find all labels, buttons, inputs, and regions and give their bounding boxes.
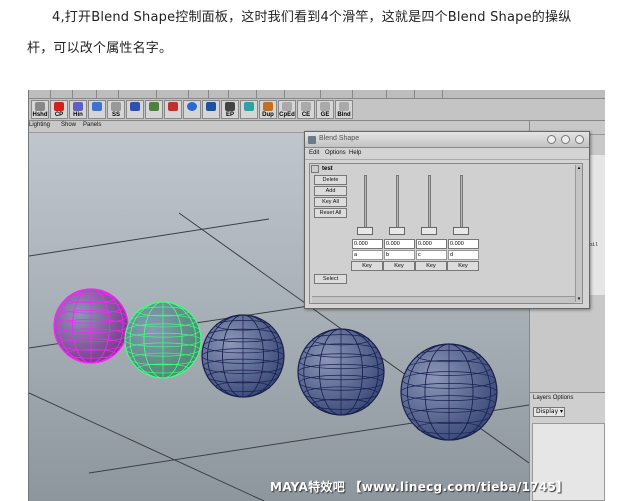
blend-slider-c: 0.000 c Key: [415, 175, 447, 280]
slider-track[interactable]: [460, 175, 463, 228]
menu-options[interactable]: Options: [325, 150, 346, 156]
slider-handle[interactable]: [421, 227, 437, 235]
spheres-group: [53, 288, 498, 441]
slider-track[interactable]: [396, 175, 399, 228]
shelf-tool-cped[interactable]: CpEd: [278, 100, 296, 119]
slider-value-field[interactable]: 0.000: [448, 239, 479, 249]
watermark: MAYA特效吧 【www.linecg.com/tieba/1745】: [270, 480, 569, 494]
shelf-tool-mesh[interactable]: [145, 100, 163, 119]
key-button[interactable]: Key: [351, 261, 383, 271]
vertical-scrollbar[interactable]: ▴ ▾: [575, 165, 582, 302]
slider-name-field[interactable]: b: [384, 250, 415, 260]
add-button[interactable]: Add: [314, 186, 347, 196]
scroll-up-icon[interactable]: ▴: [576, 165, 582, 171]
menu-panels[interactable]: Panels: [83, 122, 101, 128]
key-button[interactable]: Key: [415, 261, 447, 271]
slider-value-field[interactable]: 0.000: [384, 239, 415, 249]
shelf-tool-dup[interactable]: Dup: [259, 100, 277, 119]
tool-shelf: Hshd CP Hin SS EP Dup CpEd CE GE Blnd: [29, 99, 605, 121]
key-all-button[interactable]: Key All: [314, 197, 347, 207]
caption-line-2: 杆，可以改个属性名字。: [27, 41, 173, 56]
collapse-arrow-icon[interactable]: [311, 165, 319, 173]
slider-track[interactable]: [364, 175, 367, 228]
menu-lighting[interactable]: Lighting: [29, 122, 50, 128]
shelf-tool-curve[interactable]: [88, 100, 106, 119]
shelf-tool-ce[interactable]: CE: [297, 100, 315, 119]
scroll-down-icon[interactable]: ▾: [576, 296, 582, 302]
app-icon: [308, 136, 316, 144]
delete-button[interactable]: Delete: [314, 175, 347, 185]
caption-line-1: 4,打开Blend Shape控制面板，这时我们看到4个滑竿，这就是四个Blen…: [52, 10, 572, 25]
node-name: test: [322, 166, 333, 172]
sphere-3[interactable]: [201, 314, 285, 398]
blend-shape-body: test Delete Add Key All Reset All Select…: [309, 163, 583, 304]
layers-menu: Layers Options: [533, 395, 573, 401]
close-icon[interactable]: [575, 135, 584, 144]
blend-slider-d: 0.000 d Key: [447, 175, 479, 280]
shelf-tool-deform[interactable]: [240, 100, 258, 119]
shelf-tool-ss[interactable]: SS: [107, 100, 125, 119]
shelf-tool-loft[interactable]: [164, 100, 182, 119]
slider-name-field[interactable]: a: [352, 250, 383, 260]
slider-handle[interactable]: [389, 227, 405, 235]
window-menu-bar: Edit Options Help: [305, 149, 589, 160]
slider-value-field[interactable]: 0.000: [416, 239, 447, 249]
slider-value-field[interactable]: 0.000: [352, 239, 383, 249]
shelf-tool-cp[interactable]: CP: [50, 100, 68, 119]
slider-name-field[interactable]: d: [448, 250, 479, 260]
display-dropdown[interactable]: Display ▾: [533, 407, 565, 417]
horizontal-scrollbar[interactable]: [312, 296, 575, 303]
menu-edit[interactable]: Edit: [309, 150, 319, 156]
key-button[interactable]: Key: [447, 261, 479, 271]
blend-slider-a: 0.000 a Key: [351, 175, 383, 280]
reset-all-button[interactable]: Reset All: [314, 208, 347, 218]
sphere-5[interactable]: [400, 343, 498, 441]
menu-help[interactable]: Help: [349, 150, 361, 156]
sphere-2[interactable]: [124, 301, 202, 379]
slider-handle[interactable]: [357, 227, 373, 235]
article-caption: 4,打开Blend Shape控制面板，这时我们看到4个滑竿，这就是四个Blen…: [0, 0, 620, 90]
shelf-tool-cube[interactable]: [202, 100, 220, 119]
slider-name-field[interactable]: c: [416, 250, 447, 260]
shelf-tool-sphere[interactable]: [183, 100, 201, 119]
sphere-1[interactable]: [53, 288, 129, 364]
shelf-tool-ep[interactable]: EP: [221, 100, 239, 119]
shelf-tool-ge[interactable]: GE: [316, 100, 334, 119]
shelf-tool-blnd[interactable]: Blnd: [335, 100, 353, 119]
menu-options[interactable]: Options: [553, 395, 574, 401]
shelf-tool-hshd[interactable]: Hshd: [31, 100, 49, 119]
shelf-tool-hin[interactable]: Hin: [69, 100, 87, 119]
menu-show[interactable]: Show: [61, 122, 76, 128]
slider-track[interactable]: [428, 175, 431, 228]
maximize-icon[interactable]: [561, 135, 570, 144]
window-title-bar[interactable]: Blend Shape: [305, 132, 589, 148]
blend-slider-b: 0.000 b Key: [383, 175, 415, 280]
shelf-tool-layout[interactable]: [126, 100, 144, 119]
blend-shape-window: Blend Shape Edit Options Help test Delet…: [304, 131, 590, 309]
menu-layers[interactable]: Layers: [533, 395, 551, 401]
slider-handle[interactable]: [453, 227, 469, 235]
sphere-4[interactable]: [297, 328, 385, 416]
minimize-icon[interactable]: [547, 135, 556, 144]
window-title: Blend Shape: [319, 135, 360, 142]
key-button[interactable]: Key: [383, 261, 415, 271]
shelf-tabs[interactable]: [29, 90, 605, 99]
select-button[interactable]: Select: [314, 274, 347, 284]
